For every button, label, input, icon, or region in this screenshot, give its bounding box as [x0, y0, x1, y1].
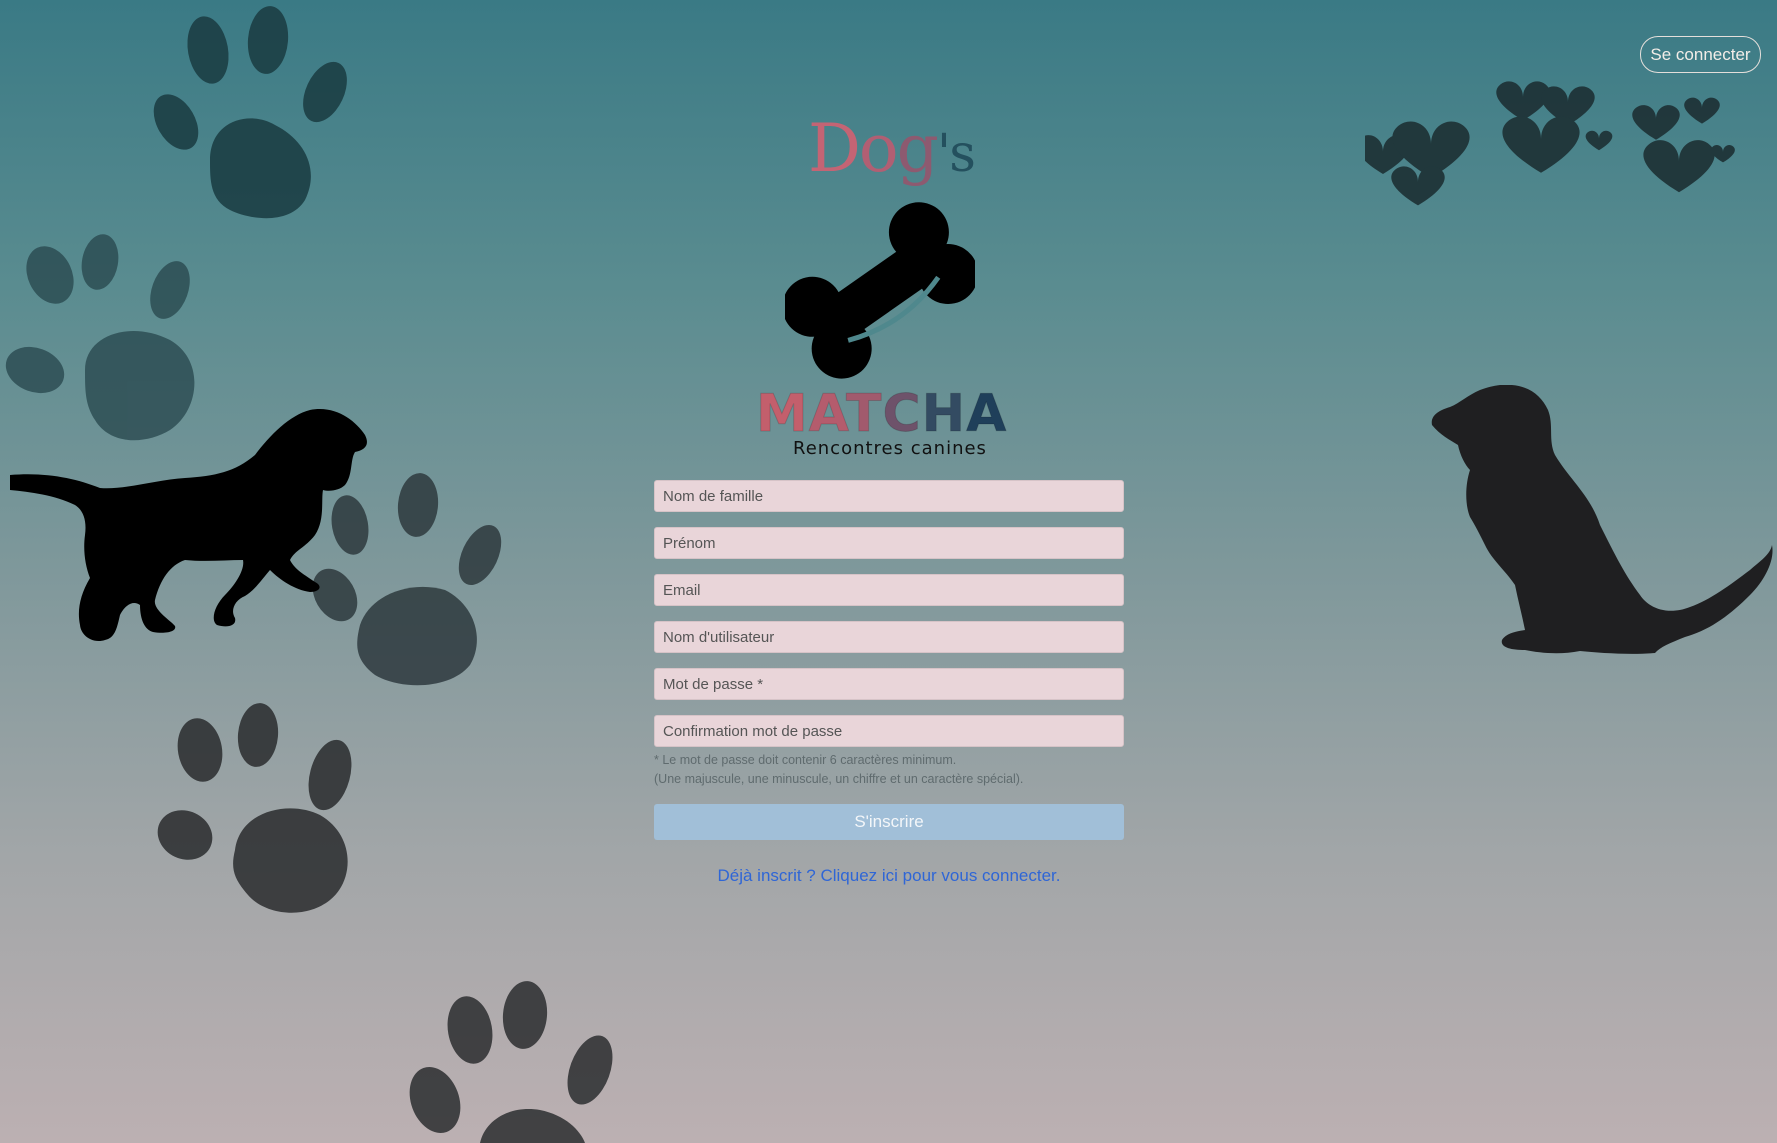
brand-tagline: Rencontres canines	[793, 438, 987, 459]
password-hint-line: * Le mot de passe doit contenir 6 caract…	[654, 753, 957, 767]
brand-logo-matcha-letter: A	[808, 384, 846, 444]
brand-logo-matcha-letter: H	[921, 384, 967, 444]
brand-logo-matcha-letter: M	[756, 384, 809, 444]
brand-logo-dogs-letter: D	[808, 110, 861, 187]
brand-logo-dogs-letter: 's	[936, 124, 976, 184]
paw-print-icon	[153, 6, 347, 219]
brand-logo-matcha: MATCHA	[756, 388, 1007, 441]
paw-print-icon	[157, 703, 352, 913]
brand-logo-matcha-letter: C	[882, 384, 922, 444]
signin-link[interactable]: Déjà inscrit ? Cliquez ici pour vous con…	[654, 866, 1124, 886]
dog-silhouette-icon	[10, 409, 367, 642]
password-confirm-field[interactable]	[654, 715, 1124, 747]
email-field[interactable]	[654, 574, 1124, 606]
signup-form: * Le mot de passe doit contenir 6 caract…	[654, 480, 1124, 840]
password-field[interactable]	[654, 668, 1124, 700]
heart-icon	[1365, 81, 1735, 206]
paw-print-icon	[409, 981, 613, 1143]
last-name-field[interactable]	[654, 480, 1124, 512]
brand-logo-matcha-letter: T	[845, 384, 883, 444]
signup-button[interactable]: S'inscrire	[654, 804, 1124, 840]
dog-silhouette-icon	[1431, 385, 1773, 654]
brand-logo-matcha-letter: A	[966, 384, 1008, 444]
username-field[interactable]	[654, 621, 1124, 653]
first-name-field[interactable]	[654, 527, 1124, 559]
brand-logo-dogs: Dog's	[808, 116, 976, 184]
password-hint-line: (Une majuscule, une minuscule, un chiffr…	[654, 772, 1024, 786]
brand-logo-dogs-letter: o	[858, 110, 899, 187]
brand-logo-dogs-letter: g	[896, 110, 939, 187]
bone-icon	[785, 202, 975, 379]
login-button[interactable]: Se connecter	[1640, 36, 1761, 73]
password-hint: * Le mot de passe doit contenir 6 caract…	[654, 751, 1124, 789]
